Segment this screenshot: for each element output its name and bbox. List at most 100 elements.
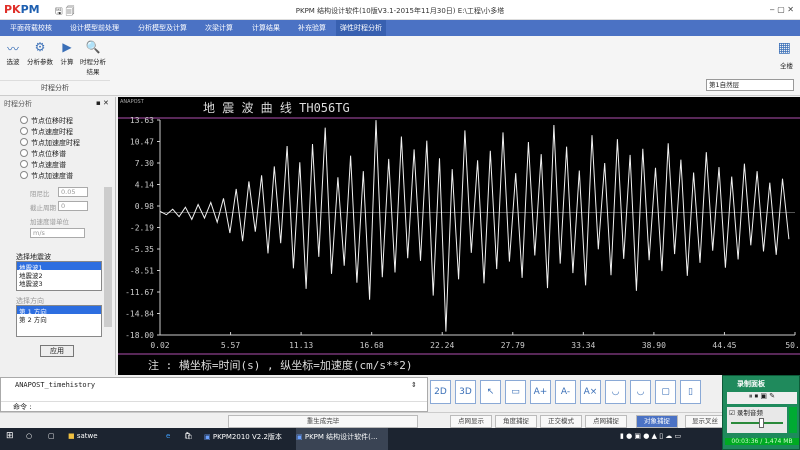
radio-node-disp-spectrum[interactable]: 节点位移谱 [20,149,66,159]
radio-node-disp-history[interactable]: 节点位移时程 [20,116,73,126]
menu-tab-results[interactable]: 计算结果 [252,23,280,33]
status-message: 重生成完毕 [228,415,418,428]
wave-select-icon: 〰 [6,42,19,56]
results-icon: 🔍 [85,40,101,54]
rotate-right-button[interactable]: ◡ [630,380,651,404]
object-snap-toggle[interactable]: 对象捕捉 [636,415,678,428]
damping-input[interactable]: 0.05 [58,187,88,197]
corner-label: ANAPOST [120,99,145,105]
time-history-panel: 时程分析 ▪ ✕ 节点位移时程 节点速度时程 节点加速度时程 节点位移谱 节点速… [0,97,116,375]
command-history: ANAPOST_timehistory [15,381,96,389]
grid-snap-toggle[interactable]: 点网捕捉 [585,415,627,428]
radio-node-acc-history[interactable]: 节点加速度时程 [20,138,80,148]
menu-tab-analysis-model[interactable]: 分析模型及计算 [138,23,187,33]
menu-tab-check[interactable]: 补充验算 [298,23,326,33]
search-icon[interactable]: ○ [26,432,32,440]
window-title: PKPM 结构设计软件(10版V3.1-2015年11月30日) E:\工程\小… [295,7,505,15]
menu-tab-plan-load[interactable]: 平面荷载校核 [10,23,52,33]
direction-item[interactable]: 第 1 方向 [17,306,101,316]
wave-item[interactable]: 地震波2 [17,270,101,280]
floor-select[interactable]: 第1自然层 [706,79,794,91]
clear-button[interactable]: ▭ [505,380,526,404]
task-view-icon[interactable]: ▢ [48,432,55,440]
audio-level-meter [789,407,797,433]
y-tick-label: 0.98 [135,202,154,211]
view-3d-button[interactable]: 3D [455,380,476,404]
whole-building-button[interactable]: 全楼 [780,60,793,70]
unit-label: 加速度谱单位 [30,218,69,226]
direction-item[interactable]: 第 2 方向 [17,314,101,324]
history-scroll[interactable]: ⇕ [411,381,417,389]
y-tick-label: 13.63 [130,116,154,125]
y-tick-label: -5.35 [130,245,154,254]
calculate-button[interactable]: ▶ 计算 [56,40,78,66]
taskbar-item-pkpm-active[interactable]: ▣ PKPM 结构设计软件(... [296,428,388,450]
chart-title: 地 震 波 曲 线 TH056TG [203,101,350,115]
unit-select[interactable]: m/s [30,228,85,238]
wave-item[interactable]: 地震波1 [17,262,101,272]
title-bar: PKPM 🖫 🗐 PKPM 结构设计软件(10版V3.1-2015年11月30日… [0,0,800,20]
menu-tab-time-history[interactable]: 弹性时程分析 [336,20,386,36]
earthquake-wave-chart: ANAPOST 地 震 波 曲 线 TH056TG 13.63 10.47 7.30… [118,97,800,375]
grid-display-toggle[interactable]: 点网显示 [450,415,492,428]
panel-pin-close[interactable]: ▪ ✕ [96,99,109,107]
direction-listbox[interactable]: 第 1 方向 第 2 方向 [16,305,102,337]
wave-listbox[interactable]: 地震波1 地震波2 地震波3 [16,261,102,291]
x-tick-label: 38.90 [642,341,666,350]
params-icon: ⚙ [34,40,46,54]
edge-icon[interactable]: e [166,432,170,440]
results-button[interactable]: 🔍 时程分析结果 [78,40,108,76]
rotate-left-button[interactable]: ◡ [605,380,626,404]
panel-scrollbar[interactable] [104,187,112,327]
ortho-mode-toggle[interactable]: 正交模式 [540,415,582,428]
analysis-params-button[interactable]: ⚙ 分析参数 [26,40,54,66]
damping-label: 阻尼比 [30,190,50,198]
x-tick-label: 44.45 [712,341,736,350]
wave-item[interactable]: 地震波3 [17,278,101,288]
angle-snap-toggle[interactable]: 角度捕捉 [495,415,537,428]
taskbar-item-pkpm2010[interactable]: ▣ PKPM2010 V2.2版本 [204,432,282,442]
menu-tab-preprocess[interactable]: 设计模型前处理 [70,23,119,33]
radio-node-vel-history[interactable]: 节点速度时程 [20,127,73,137]
x-tick-label: 22.24 [430,341,454,350]
y-tick-label: 10.47 [130,138,154,147]
crosshair-toggle[interactable]: 显示叉丝 [685,415,725,428]
ribbon-group-label: 时程分析 [0,80,110,93]
select-button[interactable]: ↖ [480,380,501,404]
view-2d-button[interactable]: 2D [430,380,451,404]
cutoff-input[interactable]: 0 [58,201,88,211]
command-input[interactable]: 命令 : [1,401,427,411]
tray-icons[interactable]: ▮ ● ▣ ● ▲ ▯ ☁ ▭ [620,432,681,440]
y-tick-label: 4.14 [135,181,154,190]
select-wave-button[interactable]: 〰选波 [2,40,24,66]
play-icon: ▶ [62,40,72,54]
x-tick-label: 33.34 [571,341,595,350]
apply-button[interactable]: 应用 [40,345,74,357]
x-tick-label: 27.79 [501,341,525,350]
ribbon: 〰选波 ⚙ 分析参数 ▶ 计算 🔍 时程分析结果 时程分析 全楼 ▦ 第1自然层 [0,36,800,96]
font-larger-button[interactable]: A+ [530,380,551,404]
font-smaller-button[interactable]: A- [555,380,576,404]
side-view-button[interactable]: ▯ [680,380,701,404]
radio-node-acc-spectrum[interactable]: 节点加速度谱 [20,171,73,181]
window-controls[interactable]: ‒ ▢ ✕ [770,5,794,14]
recorder-controls[interactable]: ⏸ ⏹ ▣ ✎ [727,392,797,404]
radio-node-vel-spectrum[interactable]: 节点速度谱 [20,160,66,170]
store-icon[interactable]: 🛍 [184,432,193,440]
record-audio-checkbox[interactable]: ☑ 录制音频 [727,409,763,417]
windows-start-icon[interactable]: ⊞ [6,431,14,441]
status-bar: 重生成完毕 点网显示 角度捕捉 正交模式 点网捕捉 对象捕捉 显示叉丝 [0,412,725,428]
command-area: ANAPOST_timehistory ⇕ 命令 : [0,377,428,412]
taskbar-item-folder[interactable]: ■ satwe [68,432,98,440]
acceleration-series-line [159,120,790,332]
volume-slider[interactable] [731,418,783,428]
view-toolbar: 2D 3D ↖ ▭ A+ A- A× ◡ ◡ ▢ ▯ [430,380,720,410]
menu-tab-secondary-beam[interactable]: 次梁计算 [205,23,233,33]
audio-section: ☑ 录制音频 [727,407,787,433]
font-reset-button[interactable]: A× [580,380,601,404]
recorder-title: 录制面板 [737,380,765,388]
box-view-button[interactable]: ▢ [655,380,676,404]
x-tick-label: 0.02 [150,341,169,350]
x-tick-label: 50.0 [785,341,800,350]
chart-svg: ANAPOST 地 震 波 曲 线 TH056TG 13.63 10.47 7.30… [118,99,800,372]
